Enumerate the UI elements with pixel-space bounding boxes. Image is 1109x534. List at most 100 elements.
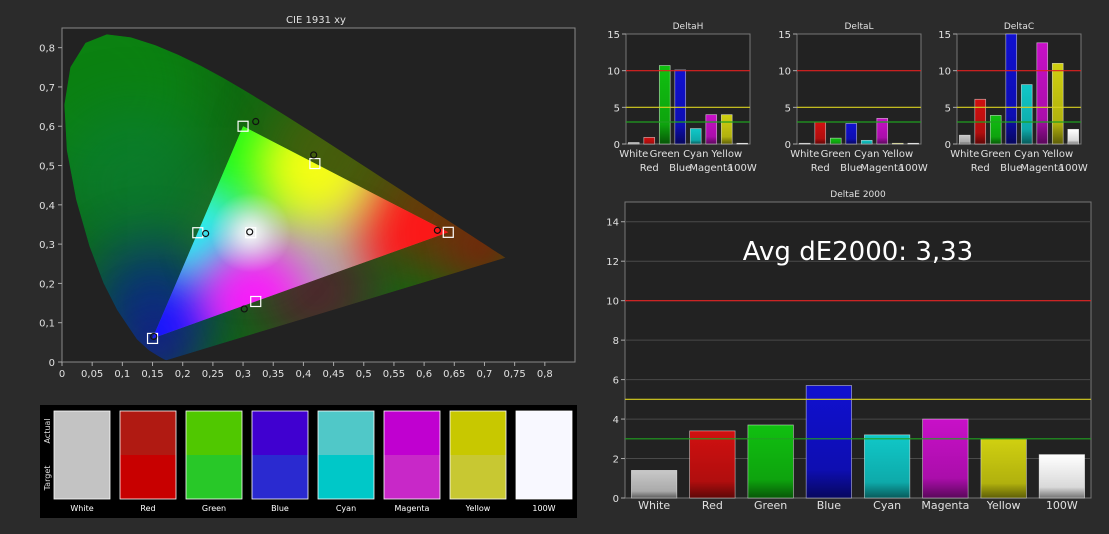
cie-x-tick-label: 0,1	[114, 369, 130, 380]
swatch-actual	[54, 411, 110, 455]
swatch-magenta: Magenta	[383, 410, 441, 513]
bar-shade	[689, 430, 736, 498]
swatch-label: Red	[140, 504, 155, 513]
chart-deltal: DeltaL051015WhiteRedGreenBlueCyanMagenta…	[778, 22, 928, 174]
delta-charts: DeltaH 0 5 10 15 White Red Green Blue Cyan Magenta…	[606, 22, 1092, 512]
swatch-yellow: Yellow	[449, 410, 507, 513]
cie-x-tick-label: 0,35	[262, 369, 284, 380]
x-tick-label: Magenta	[921, 499, 969, 512]
chart-title: DeltaL	[844, 22, 873, 32]
cie-x-tick-label: 0,55	[383, 369, 405, 380]
x-tick-label: Red	[971, 163, 990, 174]
cie-y-tick-label: 0,3	[39, 240, 55, 251]
y-tick-label: 2	[613, 455, 619, 466]
y-tick-label: 10	[606, 297, 619, 308]
y-tick-label: 5	[785, 103, 791, 114]
y-tick-label: 15	[778, 30, 791, 41]
y-tick-label: 5	[945, 103, 951, 114]
cie-y-tick-label: 0,6	[39, 122, 55, 133]
x-tick-label: Yellow	[710, 149, 742, 160]
bar-shade	[643, 137, 655, 144]
swatch-actual	[516, 411, 572, 455]
x-tick-label: White	[950, 149, 979, 160]
bar-shade	[959, 135, 971, 144]
swatch-label: White	[70, 504, 93, 513]
cie-x-tick-label: 0,75	[504, 369, 526, 380]
y-tick-label: 12	[606, 257, 619, 268]
y-tick-label: 15	[938, 30, 951, 41]
y-tick-label: 8	[613, 336, 619, 347]
swatch-100w: 100W	[515, 410, 573, 513]
swatch-row-label-target: Target	[43, 466, 52, 492]
chart-title: DeltaC	[1004, 22, 1034, 32]
cie-x-tick-label: 0,2	[175, 369, 191, 380]
bar-shade	[864, 434, 910, 498]
swatch-red: Red	[119, 410, 177, 513]
cie-x-tick-label: 0,4	[295, 369, 311, 380]
avg-de-annotation: Avg dE2000: 3,33	[743, 237, 973, 267]
x-tick-label: Red	[702, 499, 723, 512]
bar-shade	[806, 385, 852, 498]
bar-shade	[1039, 454, 1085, 498]
bar-shade	[922, 419, 969, 498]
cie-x-tick-label: 0	[59, 369, 65, 380]
y-tick-label: 15	[607, 30, 620, 41]
swatch-row-label-actual: Actual	[43, 418, 52, 443]
swatch-white: White	[53, 410, 111, 513]
x-tick-label: White	[619, 149, 648, 160]
x-tick-label: 100W	[1059, 163, 1088, 174]
swatch-label: Yellow	[465, 504, 491, 513]
bar-shade	[1067, 129, 1079, 144]
x-tick-label: 100W	[899, 163, 928, 174]
cie-title: CIE 1931 xy	[286, 15, 346, 26]
bar-shade	[721, 114, 733, 144]
bar-shade	[990, 115, 1002, 144]
cie-y-tick-label: 0,1	[39, 319, 55, 330]
swatch-green: Green	[185, 410, 243, 513]
cie-y-tick-label: 0,7	[39, 83, 55, 94]
swatch-actual	[252, 411, 308, 455]
swatch-panel: Actual Target White Red Green Blue Cyan Magen…	[40, 405, 577, 518]
swatch-target	[318, 455, 374, 499]
swatch-target	[54, 455, 110, 499]
y-tick-label: 0	[613, 494, 619, 505]
chart-deltah: DeltaH051015WhiteRedGreenBlueCyanMagenta…	[607, 22, 757, 174]
cie-x-tick-label: 0,45	[322, 369, 344, 380]
x-tick-label: Red	[640, 163, 659, 174]
y-tick-label: 4	[613, 415, 619, 426]
x-tick-label: 100W	[728, 163, 757, 174]
swatch-actual	[318, 411, 374, 455]
cie-y-axis: 0 0,1 0,2 0,3 0,4 0,5 0,6 0,7 0,8	[39, 44, 62, 369]
bar-shade	[845, 123, 857, 144]
swatch-target	[450, 455, 506, 499]
y-tick-label: 10	[778, 67, 791, 78]
cie-x-tick-label: 0,7	[477, 369, 493, 380]
x-tick-label: Red	[811, 163, 830, 174]
swatch-actual	[384, 411, 440, 455]
cie-y-tick-label: 0,2	[39, 279, 55, 290]
chart-title: DeltaE 2000	[830, 190, 886, 200]
x-tick-label: Blue	[1000, 163, 1022, 174]
y-tick-label: 14	[606, 218, 619, 229]
cie-x-tick-label: 0,5	[356, 369, 372, 380]
bar-shade	[1036, 42, 1048, 144]
swatch-label: Green	[202, 504, 226, 513]
bar-shade	[705, 114, 717, 144]
x-tick-label: 100W	[1046, 499, 1078, 512]
swatch-cyan: Cyan	[317, 410, 375, 513]
swatch-label: Magenta	[395, 504, 430, 513]
cie-x-axis: 0 0,05 0,1 0,15 0,2 0,25 0,3 0,35 0,4 0,45 0,5 0,55…	[59, 362, 553, 380]
bar-shade	[830, 138, 842, 144]
swatch-target	[252, 455, 308, 499]
y-tick-label: 10	[607, 67, 620, 78]
bar-shade	[814, 122, 826, 144]
y-tick-label: 5	[614, 103, 620, 114]
swatch-actual	[120, 411, 176, 455]
x-tick-label: Blue	[817, 499, 842, 512]
bar-shade	[980, 438, 1027, 498]
bar-shade	[861, 140, 873, 144]
x-tick-label: Blue	[840, 163, 862, 174]
x-tick-label: Cyan	[1014, 149, 1039, 160]
x-tick-label: Cyan	[683, 149, 708, 160]
x-tick-label: Yellow	[881, 149, 913, 160]
